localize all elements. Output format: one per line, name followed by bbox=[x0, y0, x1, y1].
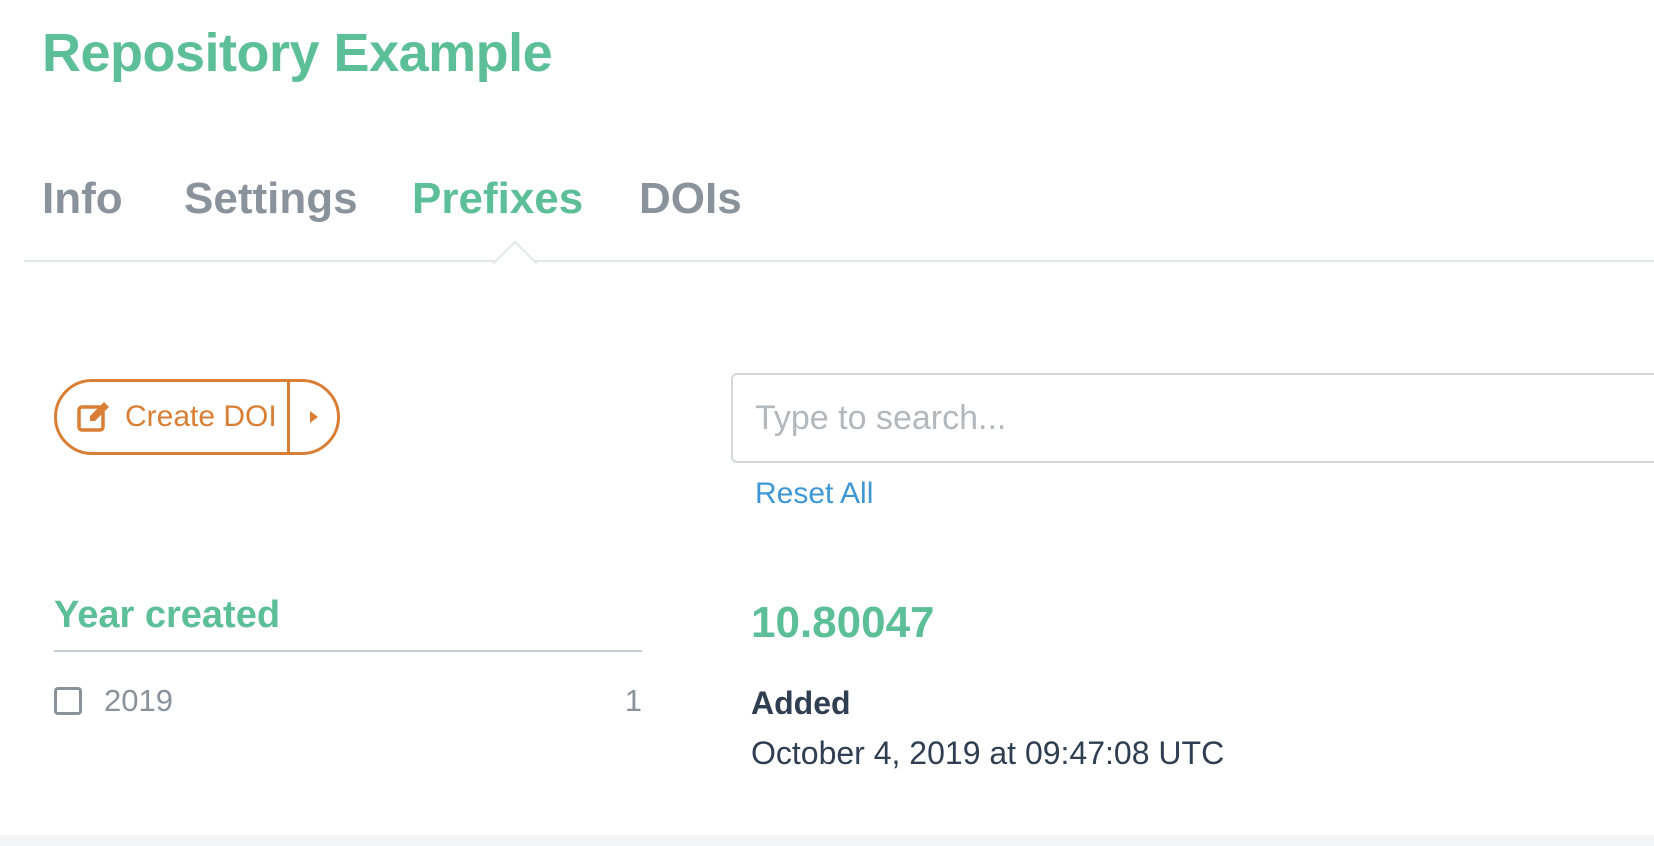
create-doi-split-button: Create DOI bbox=[54, 379, 340, 455]
caret-right-icon bbox=[309, 411, 318, 423]
edit-icon bbox=[77, 402, 109, 432]
tab-bar: Info Settings Prefixes DOIs bbox=[24, 160, 1654, 286]
facet-item-label: 2019 bbox=[104, 683, 173, 718]
facet-item-2019[interactable]: 2019 1 bbox=[54, 680, 642, 722]
create-doi-dropdown-toggle[interactable] bbox=[290, 382, 337, 452]
prefix-link[interactable]: 10.80047 bbox=[751, 598, 935, 648]
page-title: Repository Example bbox=[42, 23, 553, 83]
tab-prefixes[interactable]: Prefixes bbox=[412, 174, 583, 224]
added-timestamp: October 4, 2019 at 09:47:08 UTC bbox=[751, 735, 1225, 771]
footer-strip bbox=[0, 835, 1654, 846]
tab-dois[interactable]: DOIs bbox=[639, 174, 742, 224]
facet-title-year-created: Year created bbox=[54, 594, 642, 652]
page: Repository Example Info Settings Prefixe… bbox=[0, 0, 1654, 846]
checkbox-icon[interactable] bbox=[54, 687, 82, 715]
create-doi-label: Create DOI bbox=[125, 400, 277, 433]
added-label: Added bbox=[751, 685, 851, 721]
facet-item-count: 1 bbox=[624, 683, 642, 718]
active-tab-indicator bbox=[492, 240, 538, 286]
tab-settings[interactable]: Settings bbox=[184, 174, 358, 224]
search-input[interactable] bbox=[731, 373, 1654, 463]
tab-info[interactable]: Info bbox=[42, 174, 123, 224]
reset-all-link[interactable]: Reset All bbox=[755, 477, 873, 511]
create-doi-button[interactable]: Create DOI bbox=[57, 382, 290, 452]
